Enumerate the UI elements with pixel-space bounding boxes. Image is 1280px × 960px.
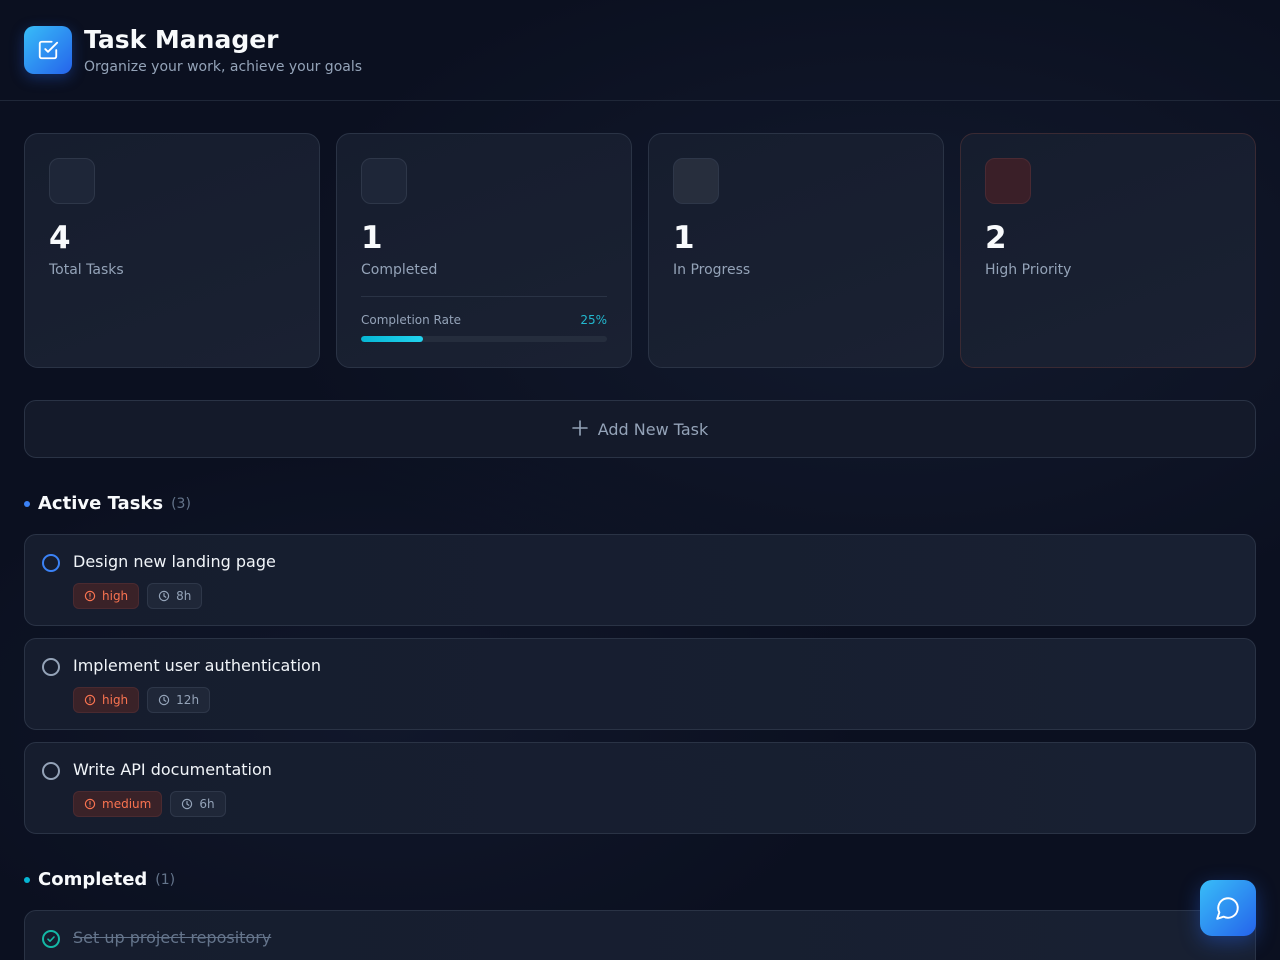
task-checkbox-checked[interactable] xyxy=(42,930,60,948)
task-item[interactable]: Write API documentation medium 6h xyxy=(24,742,1256,834)
priority-badge: high xyxy=(73,583,140,609)
app-header: Task Manager Organize your work, achieve… xyxy=(0,0,1280,101)
task-item[interactable]: Implement user authentication high 12h xyxy=(24,638,1256,730)
stat-value-in-progress: 1 xyxy=(673,220,695,256)
chat-bubble-icon xyxy=(1216,897,1239,920)
section-dot xyxy=(24,876,30,883)
chat-button[interactable] xyxy=(1200,880,1256,936)
active-tasks-heading: Active Tasks (3) xyxy=(24,493,191,514)
section-count: (1) xyxy=(155,871,176,888)
add-task-label: Add New Task xyxy=(597,419,709,439)
completion-progress-bar xyxy=(361,336,607,342)
alert-circle-icon xyxy=(84,798,96,810)
stat-label-completed: Completed xyxy=(361,262,438,278)
app-title: Task Manager xyxy=(84,25,279,54)
stat-label-total: Total Tasks xyxy=(49,262,124,278)
section-title: Active Tasks xyxy=(38,493,164,514)
section-title: Completed xyxy=(38,869,148,890)
completed-heading: Completed (1) xyxy=(24,869,175,890)
priority-badge: medium xyxy=(73,791,163,817)
completion-rate-label: Completion Rate xyxy=(361,313,462,327)
task-checkbox[interactable] xyxy=(42,658,60,676)
add-task-button[interactable]: Add New Task xyxy=(24,400,1256,458)
stat-label-in-progress: In Progress xyxy=(673,262,751,278)
completed-task-item[interactable]: Set up project repository xyxy=(24,910,1256,960)
task-title: Design new landing page xyxy=(73,552,276,571)
section-count: (3) xyxy=(171,495,191,512)
time-badge: 8h xyxy=(147,583,203,609)
completion-rate: Completion Rate 25% xyxy=(361,296,607,342)
stat-card-high-priority: 2 High Priority xyxy=(960,133,1256,368)
task-checkbox[interactable] xyxy=(42,554,60,572)
stat-card-completed: 1 Completed Completion Rate 25% xyxy=(336,133,632,368)
in-progress-icon xyxy=(673,158,719,204)
clock-icon xyxy=(158,590,170,602)
stat-card-total: 4 Total Tasks xyxy=(24,133,320,368)
clock-icon xyxy=(158,694,170,706)
task-checkbox[interactable] xyxy=(42,762,60,780)
task-title: Set up project repository xyxy=(73,928,272,947)
stat-label-high-priority: High Priority xyxy=(985,262,1072,278)
time-badge: 12h xyxy=(147,687,211,713)
alert-circle-icon xyxy=(84,694,96,706)
stat-value-total: 4 xyxy=(49,220,71,256)
task-item[interactable]: Design new landing page high 8h xyxy=(24,534,1256,626)
alert-circle-icon xyxy=(84,590,96,602)
section-dot xyxy=(24,500,30,507)
app-subtitle: Organize your work, achieve your goals xyxy=(84,59,363,75)
high-priority-icon xyxy=(985,158,1031,204)
time-label: 12h xyxy=(176,693,200,707)
time-label: 6h xyxy=(199,797,215,811)
plus-icon xyxy=(571,417,588,442)
checkbox-icon xyxy=(24,26,72,74)
priority-badge: high xyxy=(73,687,140,713)
stats-row: 4 Total Tasks 1 Completed Completion Rat… xyxy=(24,133,1256,368)
task-title: Implement user authentication xyxy=(73,656,321,675)
completion-rate-percent: 25% xyxy=(580,313,607,327)
clock-icon xyxy=(182,798,193,810)
time-label: 8h xyxy=(176,589,192,603)
check-icon xyxy=(47,936,55,942)
priority-label: high xyxy=(102,589,129,603)
total-tasks-icon xyxy=(49,158,95,204)
priority-label: medium xyxy=(102,797,152,811)
completed-icon xyxy=(361,158,407,204)
priority-label: high xyxy=(102,693,129,707)
stat-card-in-progress: 1 In Progress xyxy=(648,133,944,368)
stat-value-completed: 1 xyxy=(361,220,383,256)
stat-value-high-priority: 2 xyxy=(985,220,1007,256)
completion-progress-fill xyxy=(361,336,423,342)
time-badge: 6h xyxy=(170,791,226,817)
task-title: Write API documentation xyxy=(73,760,272,779)
